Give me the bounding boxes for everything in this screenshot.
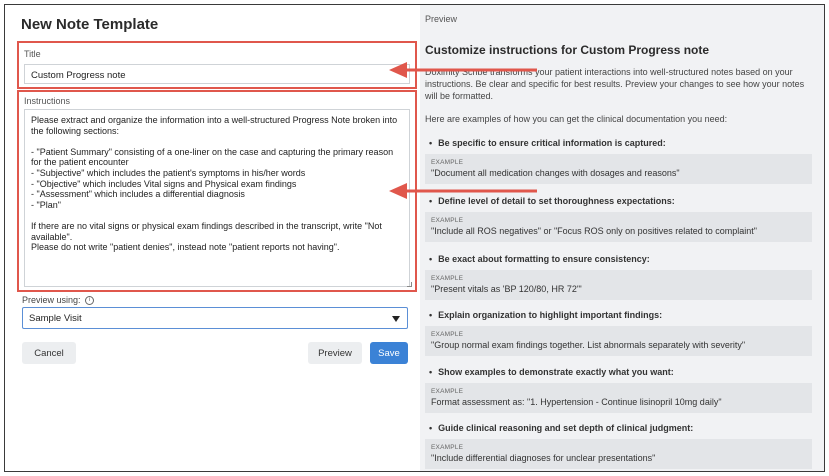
tip-item: Define level of detail to set thoroughne… [425, 196, 817, 242]
instructions-textarea[interactable]: Please extract and organize the informat… [24, 109, 410, 287]
tip-heading: Be exact about formatting to ensure cons… [425, 254, 817, 264]
page-title: New Note Template [21, 16, 159, 33]
tip-heading: Be specific to ensure critical informati… [425, 138, 817, 148]
preview-tab-label: Preview [425, 14, 458, 24]
example-label: EXAMPLE [431, 444, 464, 451]
tip-item: Show examples to demonstrate exactly wha… [425, 367, 817, 413]
example-label: EXAMPLE [431, 217, 464, 224]
arrow-left-icon [389, 62, 537, 78]
example-label: EXAMPLE [431, 331, 464, 338]
example-label: EXAMPLE [431, 275, 464, 282]
save-button[interactable]: Save [370, 342, 408, 364]
info-icon[interactable]: i [85, 296, 95, 306]
example-text: "Include all ROS negatives" or "Focus RO… [431, 226, 757, 236]
tip-item: Explain organization to highlight import… [425, 310, 817, 356]
preview-title: Customize instructions for Custom Progre… [425, 43, 710, 57]
preview-button[interactable]: Preview [308, 342, 362, 364]
cancel-button[interactable]: Cancel [22, 342, 76, 364]
examples-lead: Here are examples of how you can get the… [425, 114, 728, 124]
example-text: "Group normal exam findings together. Li… [431, 340, 746, 350]
tip-heading: Guide clinical reasoning and set depth o… [425, 423, 817, 433]
resize-grip-icon[interactable] [407, 282, 412, 287]
title-field-highlight: Title Custom Progress note [17, 41, 417, 89]
example-box: EXAMPLE "Document all medication changes… [425, 154, 812, 184]
example-box: EXAMPLE Format assessment as: "1. Hypert… [425, 383, 812, 413]
example-label: EXAMPLE [431, 388, 464, 395]
preview-visit-select[interactable]: Sample Visit [22, 307, 408, 329]
preview-using-text: Preview using: [22, 295, 81, 305]
tip-heading: Show examples to demonstrate exactly wha… [425, 367, 817, 377]
tip-item: Guide clinical reasoning and set depth o… [425, 423, 817, 469]
example-box: EXAMPLE "Present vitals as 'BP 120/80, H… [425, 270, 812, 300]
tip-heading: Explain organization to highlight import… [425, 310, 817, 320]
example-box: EXAMPLE "Include all ROS negatives" or "… [425, 212, 812, 242]
tip-item: Be specific to ensure critical informati… [425, 138, 817, 184]
instructions-field-highlight: Instructions Please extract and organize… [17, 90, 417, 292]
example-text: "Present vitals as 'BP 120/80, HR 72'" [431, 284, 582, 294]
example-text: "Document all medication changes with do… [431, 168, 680, 178]
instructions-label: Instructions [24, 96, 71, 106]
title-label: Title [24, 49, 41, 59]
preview-select-value: Sample Visit [29, 313, 82, 324]
example-box: EXAMPLE "Include differential diagnoses … [425, 439, 812, 469]
example-box: EXAMPLE "Group normal exam findings toge… [425, 326, 812, 356]
example-label: EXAMPLE [431, 159, 464, 166]
preview-using-label: Preview using: i [22, 295, 95, 306]
example-text: Format assessment as: "1. Hypertension -… [431, 397, 722, 407]
tip-item: Be exact about formatting to ensure cons… [425, 254, 817, 300]
note-template-window: New Note Template Title Custom Progress … [4, 4, 825, 472]
title-input[interactable]: Custom Progress note [24, 64, 410, 84]
example-text: "Include differential diagnoses for uncl… [431, 453, 656, 463]
caret-down-icon [392, 316, 400, 322]
arrow-left-icon [389, 183, 537, 199]
